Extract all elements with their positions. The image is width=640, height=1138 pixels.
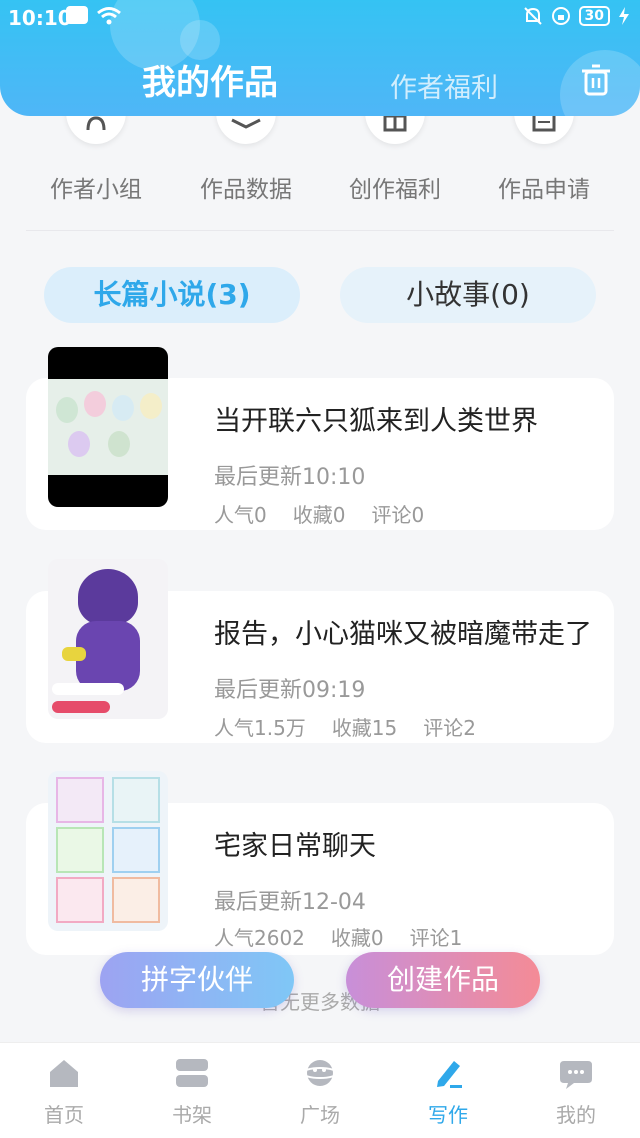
trash-icon[interactable] [578,62,614,98]
nav-label: 写作 [428,1103,468,1127]
work-updated: 最后更新09:19 [214,678,366,703]
work-stats: 人气0 收藏0 评论0 [214,499,450,528]
tab-long-novel[interactable]: 长篇小说(3) [44,267,300,323]
work-favorites: 收藏15 [331,716,398,740]
work-title[interactable]: 报告，小心猫咪又被暗魔带走了 [214,612,592,651]
nav-bookshelf[interactable]: 书架 [128,1043,256,1138]
home-icon [50,1060,78,1087]
work-comments: 评论1 [409,926,463,950]
work-popularity: 人气1.5万 [214,716,306,740]
nav-mine[interactable]: 我的 [512,1043,640,1138]
partner-button[interactable]: 拼字伙伴 [100,952,294,1008]
chat-icon [560,1061,592,1089]
nav-label: 我的 [556,1103,596,1127]
nav-label: 书架 [172,1103,212,1127]
tab-short-story[interactable]: 小故事(0) [340,267,596,323]
work-favorites: 收藏0 [292,503,346,527]
notification-icon [66,6,88,24]
planet-icon [302,1060,338,1086]
no-more-data-text: 暂无更多数据 [260,990,380,1014]
work-cover-image[interactable] [48,771,168,931]
tab-author-welfare[interactable]: 作者福利 [390,66,498,105]
work-popularity: 人气2602 [214,926,305,950]
work-title[interactable]: 宅家日常聊天 [214,824,376,863]
wifi-icon [97,7,121,25]
bottom-nav: 首页 书架 广场 写作 我的 [0,1042,640,1138]
create-work-button[interactable]: 创建作品 [346,952,540,1008]
status-icons-left [66,6,122,26]
mute-bell-icon [523,7,542,25]
work-updated: 最后更新10:10 [214,465,366,490]
battery-indicator: 30 [578,6,610,26]
nav-square[interactable]: 广场 [256,1043,384,1138]
work-title[interactable]: 当开联六只狐来到人类世界 [214,399,538,438]
work-stats: 人气2602 收藏0 评论1 [214,922,488,951]
header: 10:10 30 我的作品 作者福利 [0,0,640,116]
page-title[interactable]: 我的作品 [142,55,278,104]
work-popularity: 人气0 [214,503,267,527]
status-time: 10:10 [8,6,72,30]
shortcut-label: 作品申请 [498,177,590,203]
work-stats: 人气1.5万 收藏15 评论2 [214,712,502,741]
shortcut-label: 作品数据 [200,177,292,203]
pen-icon [437,1061,462,1088]
shortcut-label: 创作福利 [349,177,441,203]
work-comments: 评论0 [371,503,425,527]
nav-label: 首页 [44,1103,84,1127]
nav-write[interactable]: 写作 [384,1043,512,1138]
work-favorites: 收藏0 [330,926,384,950]
work-cover-image[interactable] [48,559,168,719]
nav-home[interactable]: 首页 [0,1043,128,1138]
nav-label: 广场 [300,1103,340,1127]
lock-icon [551,7,570,25]
charging-icon [619,7,629,25]
bookshelf-icon [176,1059,208,1087]
shortcut-label: 作者小组 [50,177,142,203]
work-cover-image[interactable] [48,347,168,507]
work-updated: 最后更新12-04 [214,890,366,915]
work-comments: 评论2 [423,716,476,740]
divider [26,230,614,231]
status-bar: 10:10 30 [0,0,640,34]
status-icons-right: 30 [523,6,630,26]
